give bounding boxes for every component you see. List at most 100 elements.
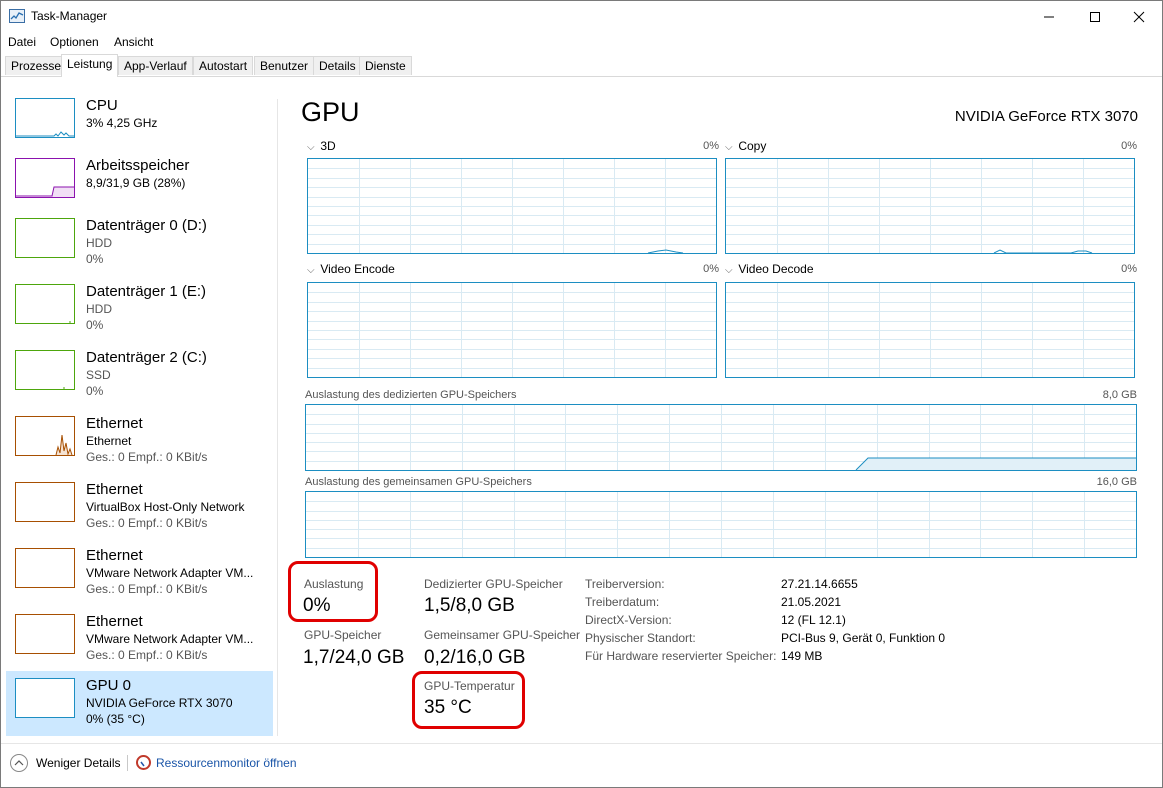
gpu-memory-label: GPU-Speicher bbox=[304, 628, 382, 642]
info-key-directx-version: DirectX-Version: bbox=[585, 613, 672, 627]
window-title: Task-Manager bbox=[31, 9, 108, 23]
menu-ansicht[interactable]: Ansicht bbox=[114, 35, 153, 49]
tab-benutzer[interactable]: Benutzer bbox=[254, 56, 315, 75]
dedicated-memory-graph bbox=[305, 404, 1137, 471]
gpu-model-name: NVIDIA GeForce RTX 3070 bbox=[954, 108, 1138, 125]
engine-label: Video Decode bbox=[738, 262, 814, 276]
disk-0-thumbnail-graph bbox=[15, 218, 75, 258]
sidebar-item-type: HDD bbox=[86, 236, 112, 250]
sidebar-item-ethernet-4[interactable]: Ethernet VMware Network Adapter VM... Ge… bbox=[6, 607, 273, 673]
dedicated-memory-max: 8,0 GB bbox=[1102, 389, 1137, 401]
resource-monitor-icon bbox=[136, 755, 151, 770]
engine-graph-video-encode bbox=[307, 282, 717, 378]
tab-details[interactable]: Details bbox=[313, 56, 362, 75]
title-bar[interactable]: Task-Manager bbox=[1, 1, 1162, 32]
shared-gpu-memory-label: Gemeinsamer GPU-Speicher bbox=[424, 628, 581, 642]
task-manager-app-icon bbox=[9, 9, 25, 23]
sidebar-item-detail: 0% (35 °C) bbox=[86, 712, 145, 726]
close-icon bbox=[1133, 11, 1145, 22]
sidebar-item-title: Ethernet bbox=[86, 415, 143, 432]
shared-gpu-memory-value: 0,2/16,0 GB bbox=[424, 647, 526, 668]
menu-optionen[interactable]: Optionen bbox=[50, 35, 99, 49]
dedicated-gpu-memory-value: 1,5/8,0 GB bbox=[424, 595, 515, 616]
info-value-directx-version: 12 (FL 12.1) bbox=[781, 613, 846, 627]
sidebar-item-adapter: Ethernet bbox=[86, 434, 132, 448]
sidebar-item-detail: 0% bbox=[86, 252, 104, 266]
sidebar-item-detail: Ges.: 0 Empf.: 0 KBit/s bbox=[86, 516, 208, 530]
resource-list: CPU 3% 4,25 GHz Arbeitsspeicher 8,9/31,9… bbox=[6, 91, 273, 736]
disk-1-thumbnail-graph bbox=[15, 284, 75, 324]
sidebar-item-adapter: VirtualBox Host-Only Network bbox=[86, 500, 245, 514]
sidebar-item-adapter: VMware Network Adapter VM... bbox=[86, 566, 254, 580]
maximize-button[interactable] bbox=[1072, 1, 1118, 32]
engine-label: Copy bbox=[738, 139, 767, 153]
tab-prozesse[interactable]: Prozesse bbox=[5, 56, 68, 75]
sidebar-item-disk-0[interactable]: Datenträger 0 (D:) HDD 0% bbox=[6, 211, 273, 277]
tab-leistung[interactable]: Leistung bbox=[61, 54, 119, 77]
open-resource-monitor-link[interactable]: Ressourcenmonitor öffnen bbox=[156, 756, 297, 770]
sidebar-item-disk-2[interactable]: Datenträger 2 (C:) SSD 0% bbox=[6, 343, 273, 409]
info-value-driver-date: 21.05.2021 bbox=[781, 595, 842, 609]
engine-label: Video Encode bbox=[320, 262, 395, 276]
tab-app-verlauf[interactable]: App-Verlauf bbox=[118, 56, 193, 75]
info-key-physical-location: Physischer Standort: bbox=[585, 631, 696, 645]
sidebar-item-detail: Ges.: 0 Empf.: 0 KBit/s bbox=[86, 582, 208, 596]
sidebar-item-memory[interactable]: Arbeitsspeicher 8,9/31,9 GB (28%) bbox=[6, 151, 273, 217]
cpu-thumbnail-graph bbox=[15, 98, 75, 138]
chevron-up-icon[interactable] bbox=[10, 754, 28, 772]
sidebar-item-title: Datenträger 0 (D:) bbox=[86, 217, 207, 234]
sidebar-item-ethernet-1[interactable]: Ethernet Ethernet Ges.: 0 Empf.: 0 KBit/… bbox=[6, 409, 273, 475]
sidebar-item-title: GPU 0 bbox=[86, 677, 132, 694]
sidebar-item-detail: 8,9/31,9 GB (28%) bbox=[86, 176, 186, 190]
graph-gridlines bbox=[306, 492, 1136, 557]
chevron-down-icon: ⌵ bbox=[725, 265, 733, 276]
sidebar-item-type: SSD bbox=[86, 368, 111, 382]
dedicated-gpu-memory-label: Dedizierter GPU-Speicher bbox=[424, 577, 563, 591]
sidebar-item-title: Ethernet bbox=[86, 481, 143, 498]
sidebar-item-adapter: VMware Network Adapter VM... bbox=[86, 632, 254, 646]
sidebar-item-detail: 0% bbox=[86, 384, 104, 398]
info-key-driver-version: Treiberversion: bbox=[585, 577, 665, 591]
chevron-down-icon: ⌵ bbox=[725, 142, 733, 153]
engine-selector-video-decode[interactable]: ⌵ Video Decode bbox=[725, 262, 814, 276]
ethernet-3-thumbnail-graph bbox=[15, 548, 75, 588]
footer-divider bbox=[1, 743, 1162, 744]
sidebar-item-disk-1[interactable]: Datenträger 1 (E:) HDD 0% bbox=[6, 277, 273, 343]
sidebar-item-gpu-0[interactable]: GPU 0 NVIDIA GeForce RTX 3070 0% (35 °C) bbox=[6, 671, 273, 736]
maximize-icon bbox=[1090, 11, 1100, 22]
engine-percent: 0% bbox=[1121, 140, 1137, 152]
tab-autostart[interactable]: Autostart bbox=[193, 56, 254, 75]
ethernet-4-thumbnail-graph bbox=[15, 614, 75, 654]
sidebar-item-title: Arbeitsspeicher bbox=[86, 157, 190, 174]
engine-selector-copy[interactable]: ⌵ Copy bbox=[725, 139, 766, 153]
engine-percent: 0% bbox=[703, 263, 719, 275]
disk-2-thumbnail-graph bbox=[15, 350, 75, 390]
sidebar-item-ethernet-2[interactable]: Ethernet VirtualBox Host-Only Network Ge… bbox=[6, 475, 273, 541]
sidebar-item-detail: Ges.: 0 Empf.: 0 KBit/s bbox=[86, 450, 208, 464]
highlight-temperature bbox=[412, 671, 525, 729]
sidebar-item-adapter: NVIDIA GeForce RTX 3070 bbox=[86, 696, 233, 710]
tab-dienste[interactable]: Dienste bbox=[359, 56, 412, 75]
chevron-down-icon: ⌵ bbox=[307, 142, 315, 153]
engine-selector-3d[interactable]: ⌵ 3D bbox=[307, 139, 336, 153]
info-key-reserved-memory: Für Hardware reservierter Speicher: bbox=[585, 649, 777, 663]
sidebar-item-title: CPU bbox=[86, 97, 118, 114]
sidebar-item-detail: 0% bbox=[86, 318, 104, 332]
close-button[interactable] bbox=[1116, 1, 1162, 32]
tab-strip: Prozesse Leistung App-Verlauf Autostart … bbox=[1, 54, 1162, 77]
graph-gridlines bbox=[726, 283, 1134, 377]
sidebar-item-cpu[interactable]: CPU 3% 4,25 GHz bbox=[6, 91, 273, 157]
menu-datei[interactable]: Datei bbox=[8, 35, 36, 49]
panel-divider bbox=[277, 99, 278, 736]
ethernet-1-thumbnail-graph bbox=[15, 416, 75, 456]
graph-gridlines bbox=[308, 283, 716, 377]
highlight-utilization bbox=[288, 561, 378, 622]
minimize-button[interactable] bbox=[1026, 1, 1072, 32]
engine-selector-video-encode[interactable]: ⌵ Video Encode bbox=[307, 262, 395, 276]
sidebar-item-ethernet-3[interactable]: Ethernet VMware Network Adapter VM... Ge… bbox=[6, 541, 273, 607]
less-details-button[interactable]: Weniger Details bbox=[36, 756, 120, 770]
sidebar-item-title: Ethernet bbox=[86, 547, 143, 564]
engine-graph-video-decode bbox=[725, 282, 1135, 378]
sidebar-item-title: Datenträger 1 (E:) bbox=[86, 283, 207, 300]
dedicated-memory-label: Auslastung des dedizierten GPU-Speichers bbox=[305, 389, 517, 401]
